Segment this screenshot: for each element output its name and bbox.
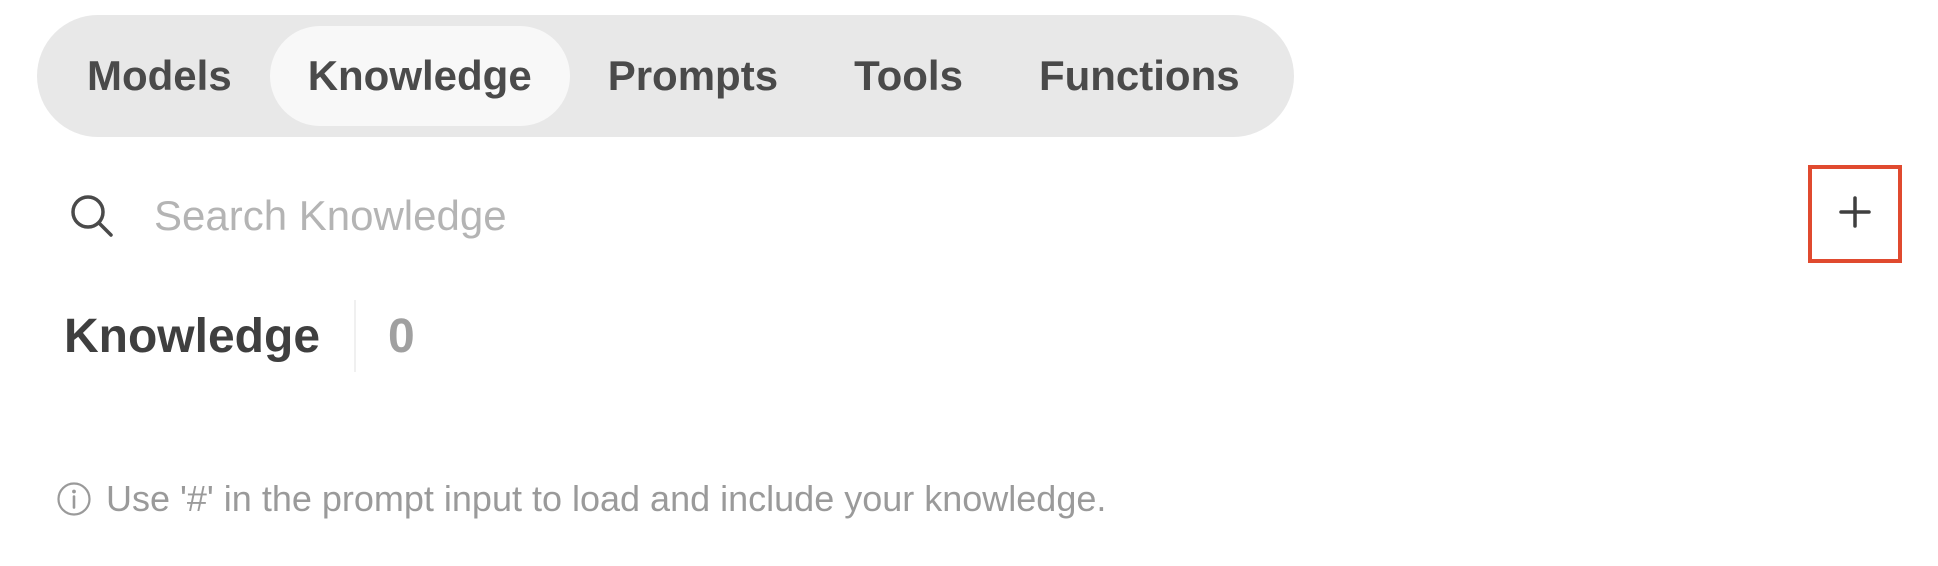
- workspace-tabs: Models Knowledge Prompts Tools Functions: [37, 15, 1294, 137]
- plus-icon: [1835, 192, 1875, 237]
- section-heading: Knowledge 0: [64, 300, 415, 372]
- search-bar: [60, 180, 1820, 252]
- tab-tools[interactable]: Tools: [816, 26, 1001, 126]
- search-input[interactable]: [154, 192, 1654, 240]
- info-icon: [56, 480, 94, 518]
- page-title: Knowledge: [64, 309, 321, 363]
- heading-divider: [354, 300, 357, 372]
- info-note: Use '#' in the prompt input to load and …: [56, 478, 1106, 520]
- search-icon: [60, 184, 124, 248]
- tab-knowledge[interactable]: Knowledge: [269, 26, 570, 126]
- info-note-text: Use '#' in the prompt input to load and …: [106, 478, 1107, 519]
- tab-models[interactable]: Models: [49, 26, 270, 126]
- knowledge-count: 0: [388, 309, 415, 363]
- add-knowledge-button[interactable]: [1808, 165, 1902, 263]
- tab-functions[interactable]: Functions: [1001, 26, 1278, 126]
- tab-prompts[interactable]: Prompts: [570, 26, 816, 126]
